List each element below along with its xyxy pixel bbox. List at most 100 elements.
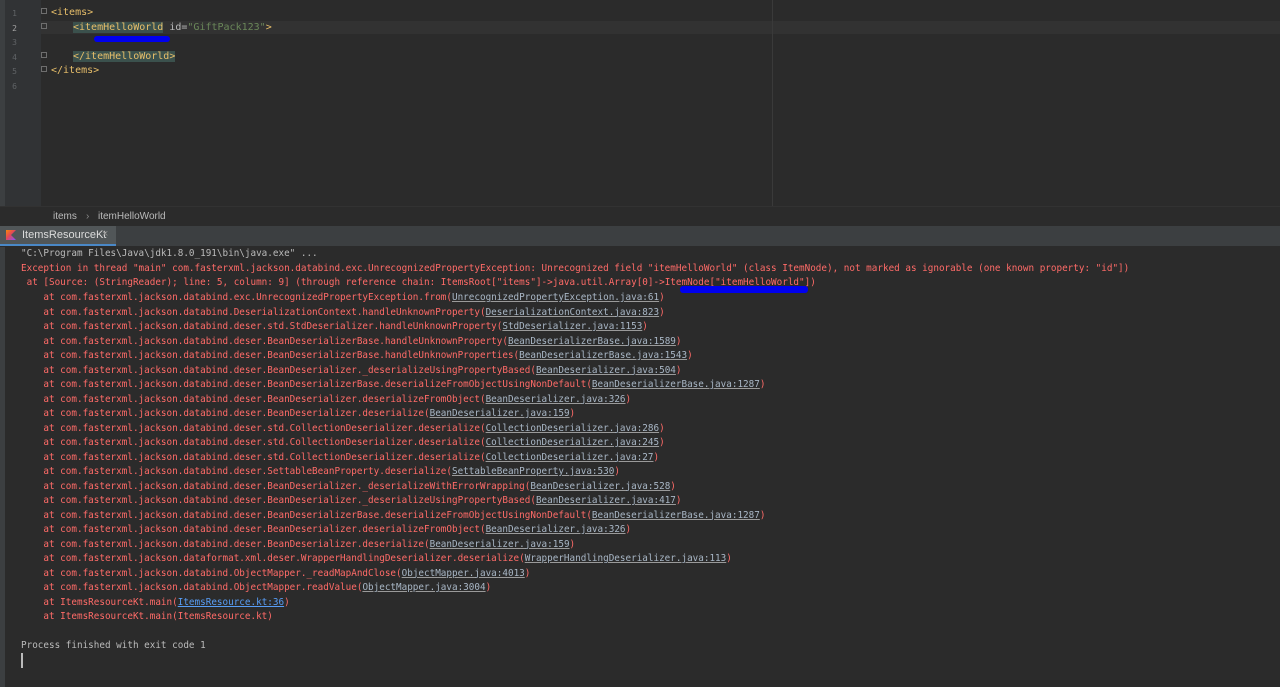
source-link[interactable]: BeanDeserializerBase.java:1589 [508, 336, 676, 347]
stack-trace-line: at com.fasterxml.jackson.databind.deser.… [21, 451, 659, 466]
kotlin-icon [6, 230, 16, 240]
stack-frame-suffix: ) [726, 553, 732, 564]
fold-marker-icon[interactable] [41, 52, 47, 58]
stack-frame-suffix: ) [625, 524, 632, 535]
xml-tag: <items> [51, 7, 94, 18]
stack-trace-line: at com.fasterxml.jackson.databind.deser.… [21, 436, 665, 451]
stack-frame-suffix: ) [675, 364, 682, 376]
console-caret [21, 653, 23, 668]
fold-marker-icon[interactable] [41, 8, 47, 14]
stack-trace-line: at com.fasterxml.jackson.databind.deser.… [21, 538, 575, 553]
source-link[interactable]: BeanDeserializer.java:326 [486, 524, 626, 535]
stack-frame-text: at ItemsResourceKt.main( [21, 596, 178, 608]
fold-marker-icon[interactable] [41, 66, 47, 72]
stack-trace-line: at com.fasterxml.jackson.databind.deser.… [21, 364, 682, 379]
source-link[interactable]: BeanDeserializerBase.java:1287 [592, 510, 760, 521]
stack-frame-suffix: ) [642, 321, 648, 332]
line-number: 4 [12, 53, 17, 62]
source-link[interactable]: BeanDeserializer.java:159 [430, 408, 570, 419]
code-line-1[interactable]: <items> [51, 6, 93, 19]
stack-frame-text: at com.fasterxml.jackson.databind.deser.… [21, 495, 536, 506]
stack-frame-text: at ItemsResourceKt.main(ItemsResource.kt… [21, 611, 273, 622]
source-link[interactable]: BeanDeserializer.java:159 [430, 539, 570, 550]
source-link[interactable]: StdDeserializer.java:1153 [502, 321, 642, 332]
stack-frame-suffix: ) [675, 495, 682, 506]
stack-frame-text: at com.fasterxml.jackson.databind.deser.… [21, 335, 508, 347]
console-tool-strip [0, 247, 5, 687]
stack-frame-text: at com.fasterxml.jackson.databind.deser.… [21, 451, 486, 463]
stack-frame-text: at com.fasterxml.jackson.databind.exc.Un… [21, 292, 452, 303]
source-link[interactable]: WrapperHandlingDeserializer.java:113 [525, 553, 727, 564]
xml-tag-name: <itemHelloWorld [73, 22, 164, 33]
stack-frame-suffix: ) [625, 393, 632, 405]
stack-frame-text: at com.fasterxml.jackson.databind.Object… [21, 582, 363, 593]
code-line-4[interactable]: </itemHelloWorld> [73, 50, 176, 63]
stack-frame-text: at com.fasterxml.jackson.databind.deser.… [21, 350, 520, 361]
stack-frame-text: at com.fasterxml.jackson.databind.deser.… [21, 437, 486, 448]
line-number: 2 [12, 24, 17, 33]
source-link[interactable]: DeserializationContext.java:823 [486, 307, 660, 318]
console-exception-line: Exception in thread "main" com.fasterxml… [21, 263, 1130, 274]
source-link[interactable]: BeanDeserializer.java:504 [536, 365, 676, 376]
source-link[interactable]: BeanDeserializer.java:326 [486, 394, 626, 405]
stack-trace-line: at com.fasterxml.jackson.databind.deser.… [21, 480, 676, 495]
run-console[interactable]: "C:\Program Files\Java\jdk1.8.0_191\bin\… [0, 247, 1280, 687]
source-link[interactable]: BeanDeserializerBase.java:1543 [519, 350, 687, 361]
source-link[interactable]: BeanDeserializerBase.java:1287 [592, 379, 760, 390]
stack-frame-suffix: ) [659, 306, 665, 318]
run-tab-bar: ItemsResourceKt × [0, 226, 1280, 247]
source-link[interactable]: BeanDeserializer.java:417 [536, 495, 676, 506]
breadcrumb-item-items[interactable]: items [53, 211, 77, 222]
stack-frame-text: at com.fasterxml.jackson.databind.deser.… [21, 408, 430, 419]
line-number: 5 [12, 67, 17, 76]
stack-frame-text: at com.fasterxml.jackson.databind.Deseri… [21, 306, 486, 318]
xml-tag: </items> [51, 65, 100, 76]
stack-trace-line: at com.fasterxml.jackson.databind.deser.… [21, 378, 765, 393]
stack-frame-suffix: ) [524, 567, 531, 579]
console-command-line: "C:\Program Files\Java\jdk1.8.0_191\bin\… [21, 248, 318, 259]
stack-frame-text: at com.fasterxml.jackson.databind.deser.… [21, 379, 592, 390]
source-link[interactable]: ObjectMapper.java:4013 [402, 568, 525, 579]
source-link[interactable]: BeanDeserializer.java:528 [530, 481, 670, 492]
xml-tag-open: <itemHelloWorld [73, 22, 164, 33]
stack-frame-suffix: ) [569, 538, 576, 550]
source-link[interactable]: CollectionDeserializer.java:245 [486, 437, 660, 448]
stack-frame-text: at com.fasterxml.jackson.databind.deser.… [21, 480, 531, 492]
line-number: 3 [12, 38, 17, 47]
stack-frame-suffix: ) [614, 466, 620, 477]
stack-frame-suffix: ) [659, 292, 665, 303]
stack-frame-text: at com.fasterxml.jackson.databind.deser.… [21, 538, 430, 550]
stack-frame-text: at com.fasterxml.jackson.databind.deser.… [21, 422, 486, 434]
stack-trace-line: at com.fasterxml.jackson.databind.deser.… [21, 422, 664, 437]
stack-trace-line: at com.fasterxml.jackson.databind.deser.… [21, 509, 765, 524]
fold-marker-icon[interactable] [41, 23, 47, 29]
stack-frame-suffix: ) [569, 408, 576, 419]
stack-frame-suffix: ) [284, 596, 290, 608]
stack-frame-text: at com.fasterxml.jackson.databind.deser.… [21, 364, 536, 376]
source-link[interactable]: ItemsResource.kt:36 [178, 597, 284, 608]
stack-frame-text: at com.fasterxml.jackson.databind.deser.… [21, 509, 592, 521]
stack-trace-line: at com.fasterxml.jackson.databind.Deseri… [21, 306, 665, 321]
source-link[interactable]: UnrecognizedPropertyException.java:61 [452, 292, 659, 303]
process-finished-line: Process finished with exit code 1 [21, 640, 206, 651]
stack-frame-suffix: ) [687, 350, 693, 361]
stack-frame-text: at com.fasterxml.jackson.databind.deser.… [21, 466, 452, 477]
source-link[interactable]: CollectionDeserializer.java:27 [486, 452, 654, 463]
code-line-2[interactable]: <itemHelloWorld id="GiftPack123"> [73, 21, 272, 34]
stack-trace-line: at ItemsResourceKt.main(ItemsResource.kt… [21, 596, 290, 611]
breadcrumb-item-itemhelloworld[interactable]: itemHelloWorld [98, 211, 166, 222]
source-link[interactable]: SettableBeanProperty.java:530 [452, 466, 614, 477]
stack-frame-suffix: ) [659, 437, 665, 448]
source-link[interactable]: CollectionDeserializer.java:286 [486, 423, 660, 434]
stack-trace-line: at com.fasterxml.jackson.databind.deser.… [21, 465, 620, 480]
xml-tag-close: > [265, 22, 272, 33]
tab-items-resource-kt[interactable]: ItemsResourceKt × [0, 226, 116, 246]
close-icon[interactable]: × [102, 228, 108, 240]
line-number: 1 [12, 9, 17, 18]
code-editor[interactable]: 1 2 3 4 5 6 <items> <itemHelloWorld id="… [5, 0, 1280, 206]
redaction-mark [94, 36, 170, 42]
stack-trace-line: at com.fasterxml.jackson.databind.deser.… [21, 494, 682, 509]
code-line-5[interactable]: </items> [51, 64, 99, 77]
source-link[interactable]: ObjectMapper.java:3004 [362, 582, 485, 593]
line-number: 6 [12, 82, 17, 91]
